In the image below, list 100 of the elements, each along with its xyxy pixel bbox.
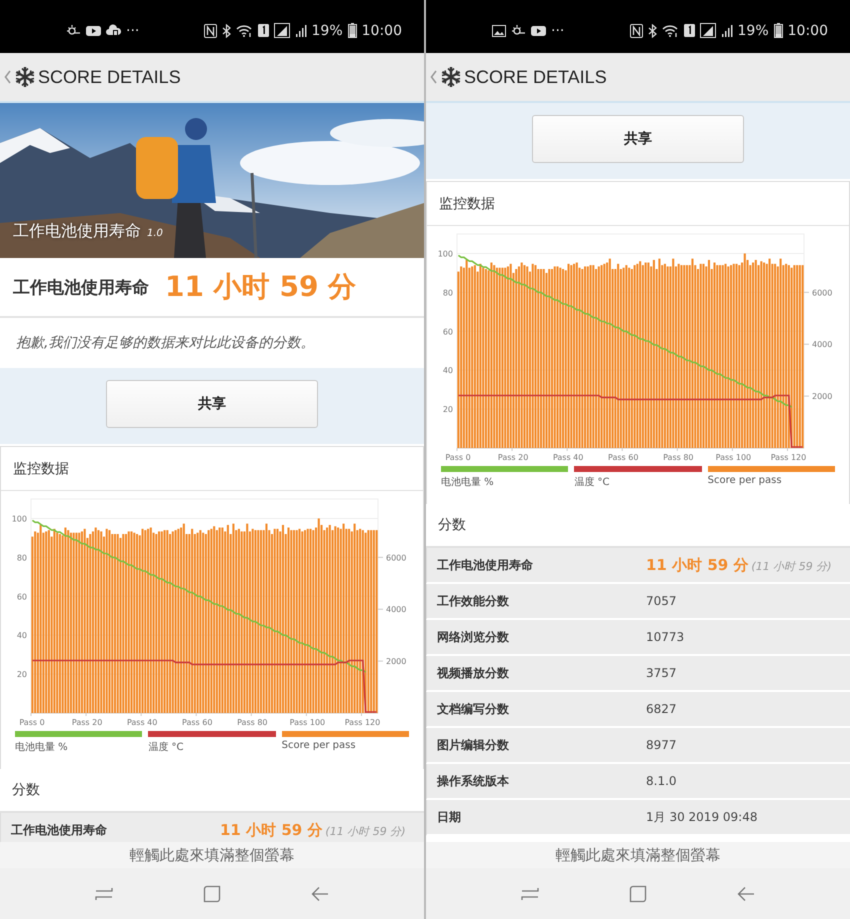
back-chevron-icon[interactable] — [430, 70, 438, 84]
axis-label: 20 — [442, 405, 453, 414]
row-value: 8.1.0 — [646, 774, 677, 788]
row-value: 8977 — [646, 738, 677, 752]
axis-label: Pass 20 — [72, 718, 102, 727]
axis-label: 80 — [16, 553, 27, 562]
axis-label: 4000 — [386, 605, 406, 614]
nfc-icon — [630, 24, 643, 38]
battery-percent: 19% — [738, 22, 769, 38]
row-value: 3757 — [646, 666, 677, 680]
legend-label: Score per pass — [282, 740, 357, 751]
axis-label: Pass 60 — [182, 718, 212, 727]
fullscreen-banner[interactable]: 輕觸此處來填滿整個螢幕 — [426, 842, 850, 868]
bluetooth-icon — [222, 24, 231, 38]
row-label: 网络浏览分数 — [436, 628, 510, 646]
hero-title: 工作电池使用寿命 — [13, 221, 141, 242]
signal-icon — [700, 23, 716, 38]
sim-icon — [684, 24, 695, 37]
cloud-icon — [106, 24, 121, 37]
axis-label: Pass 100 — [716, 453, 752, 462]
row-value: 6827 — [646, 702, 677, 716]
axis-label: Pass 60 — [608, 453, 638, 462]
signal-icon — [720, 24, 733, 38]
row-detail: (11 小时 59 分) — [751, 558, 832, 574]
row-value: 10773 — [646, 630, 684, 644]
back-icon[interactable] — [737, 886, 755, 902]
axis-label: 2000 — [812, 392, 832, 402]
nfc-icon — [204, 24, 217, 38]
row-label: 工作电池使用寿命 — [10, 822, 108, 838]
home-icon[interactable] — [203, 884, 221, 902]
back-icon[interactable] — [311, 886, 329, 902]
axis-label: 60 — [16, 592, 27, 602]
axis-label: 40 — [16, 631, 27, 640]
legend-label: 温度 °C — [148, 740, 184, 754]
screen-title: SCORE DETAILS — [38, 66, 181, 88]
signal-icon — [294, 24, 307, 38]
section-title: 监控数据 — [1, 447, 423, 491]
axis-label: 80 — [442, 288, 453, 298]
bluetooth-icon — [648, 24, 657, 38]
version-label: 1.0 — [147, 228, 163, 239]
row-value: 11 小时 59 分 — [646, 556, 748, 574]
axis-label: 40 — [442, 366, 453, 376]
image-icon — [492, 24, 506, 36]
clock-time: 10:00 — [362, 22, 402, 38]
axis-label: Pass 20 — [498, 453, 528, 462]
recents-icon[interactable] — [521, 886, 539, 900]
row-label: 工作效能分数 — [436, 592, 510, 610]
home-icon[interactable] — [629, 884, 647, 902]
axis-label: 6000 — [812, 288, 832, 298]
snowflake-icon — [440, 66, 462, 88]
row-label: 操作系统版本 — [436, 772, 510, 790]
legend-label: 电池电量 % — [441, 476, 495, 489]
section-title: 监控数据 — [427, 182, 849, 226]
weather-icon — [66, 24, 81, 37]
axis-label: Pass 40 — [552, 453, 584, 462]
row-label: 文档编写分数 — [436, 700, 510, 718]
row-label: 视频播放分数 — [436, 664, 510, 682]
sim-icon — [258, 24, 269, 37]
wifi-icon — [236, 24, 253, 37]
row-label: 工作电池使用寿命 — [436, 556, 534, 574]
share-button[interactable]: 共享 — [106, 380, 318, 428]
row-value: 1月 30 2019 09:48 — [646, 808, 758, 826]
axis-label: Pass 120 — [770, 453, 806, 462]
axis-label: 60 — [442, 327, 453, 336]
recents-icon[interactable] — [95, 886, 113, 900]
video-play-icon — [531, 24, 546, 36]
battery-icon — [774, 23, 783, 38]
video-play-icon — [86, 24, 101, 36]
fullscreen-banner[interactable]: 輕觸此處來填滿整個螢幕 — [0, 842, 424, 868]
result-value: 11 小时 59 分 — [165, 269, 356, 305]
battery-percent: 19% — [312, 22, 343, 38]
more-indicator: ··· — [551, 22, 564, 38]
axis-label: Pass 40 — [126, 718, 158, 727]
signal-icon — [274, 23, 290, 38]
axis-label: 6000 — [386, 553, 406, 562]
axis-label: Pass 80 — [237, 718, 268, 727]
row-label: 图片编辑分数 — [436, 736, 510, 754]
note-text: 抱歉,我们没有足够的数据来对比此设备的分数。 — [16, 334, 314, 352]
snowflake-icon — [14, 66, 36, 88]
axis-label: 2000 — [386, 657, 406, 666]
back-chevron-icon[interactable] — [4, 70, 12, 84]
axis-label: 4000 — [812, 340, 832, 350]
axis-label: 20 — [16, 670, 27, 680]
axis-label: Pass 100 — [290, 718, 326, 727]
battery-icon — [348, 23, 357, 38]
axis-label: Pass 0 — [19, 718, 45, 727]
result-label: 工作电池使用寿命 — [13, 276, 149, 298]
legend-label: 电池电量 % — [15, 740, 69, 754]
clock-time: 10:00 — [788, 22, 828, 38]
row-value: 11 小时 59 分 — [220, 820, 322, 840]
axis-label: 100 — [12, 514, 27, 524]
axis-label: Pass 80 — [663, 453, 694, 462]
share-button[interactable]: 共享 — [532, 115, 744, 163]
row-label: 日期 — [436, 808, 462, 826]
more-indicator: ··· — [126, 22, 140, 38]
weather-icon — [511, 24, 526, 37]
axis-label: Pass 120 — [344, 718, 380, 727]
row-detail: (11 小时 59 分) — [325, 824, 406, 838]
axis-label: Pass 0 — [445, 453, 471, 462]
wifi-icon — [662, 24, 679, 37]
